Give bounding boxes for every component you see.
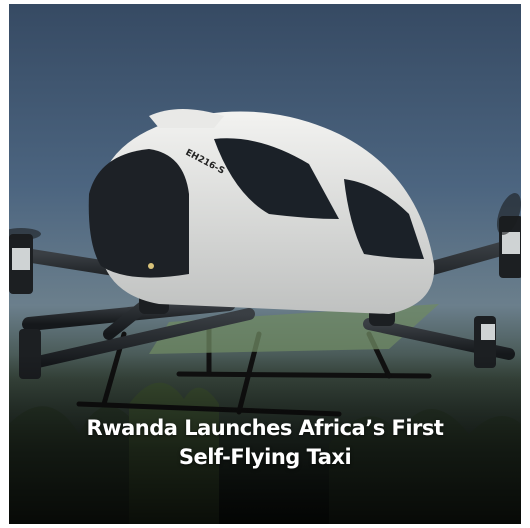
headline-line-2: Self-Flying Taxi: [178, 445, 352, 469]
headline-line-1: Rwanda Launches Africa’s First: [86, 416, 444, 440]
cabin: EH216-S: [88, 109, 435, 314]
post-image-card[interactable]: EH216-S Rwanda Launches Africa’s First S…: [9, 4, 521, 524]
headline: Rwanda Launches Africa’s First Self-Flyi…: [9, 414, 521, 472]
nose-light: [148, 263, 154, 269]
